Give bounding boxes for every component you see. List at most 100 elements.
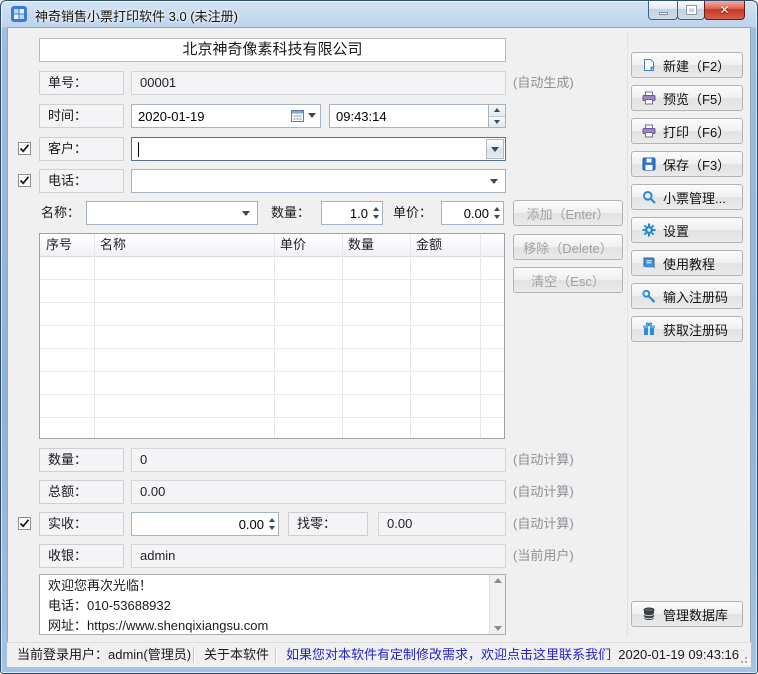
enter-license-button[interactable]: 输入注册码 [631,283,743,309]
paid-label: 实收： [39,512,124,536]
paid-note: (自动计算) [513,512,574,536]
item-name-input[interactable] [87,202,257,224]
cashier-note: (当前用户) [513,544,574,568]
table-column-divider [274,234,275,438]
time-spinner [488,105,505,127]
check-icon [19,518,30,529]
button-label: 保存（F3） [663,155,730,174]
time-spinner-field [329,104,506,128]
customer-input[interactable] [132,138,505,160]
statusbar-divider [193,647,195,663]
receipt-footer-memo[interactable]: 欢迎您再次光临！ 电话：010-53688932 网址：https://www.… [39,574,506,635]
calendar-dropdown-button[interactable] [291,109,316,122]
memo-scrollbar[interactable] [489,575,505,634]
phone-checkbox[interactable] [18,174,31,187]
table-column-divider [410,234,411,438]
item-qty-label: 数量： [271,201,310,225]
print-button[interactable]: 打印（F6） [631,118,743,144]
spinner-down-icon[interactable] [494,215,500,219]
order-no-note: (自动生成) [513,71,574,95]
chevron-down-icon[interactable] [490,179,498,184]
price-stepper [441,201,504,225]
customer-label: 客户： [39,137,124,161]
new-receipt-button[interactable]: 新建（F2） [631,52,743,78]
button-label: 使用教程 [663,254,715,273]
customer-dropdown-button[interactable] [486,139,504,159]
manage-database-button[interactable]: 管理数据库 [631,601,743,627]
new-document-icon [642,58,656,72]
receipt-manager-button[interactable]: 小票管理... [631,184,743,210]
time-label: 时间： [39,104,124,128]
total-amount-value: 0.00 [131,480,506,504]
quantity-spinner [373,202,379,224]
change-value: 0.00 [378,512,506,536]
cashier-label: 收银： [39,544,124,568]
preview-button[interactable]: 预览（F5） [631,85,743,111]
resize-grip[interactable] [737,653,749,665]
order-no-value: 00001 [131,71,506,95]
key-icon [642,289,656,303]
item-name-combobox [86,201,258,225]
close-button[interactable]: ✕ [704,1,745,20]
chevron-down-icon [491,147,499,152]
paid-checkbox[interactable] [18,517,31,530]
paid-input[interactable] [132,513,278,535]
window-controls: ✕ [649,1,745,20]
column-header-amount: 金额 [410,234,480,257]
phone-input[interactable] [132,170,505,192]
chevron-down-icon[interactable] [242,211,250,216]
quantity-stepper [321,201,383,225]
maximize-icon [687,6,696,14]
table-column-divider [342,234,343,438]
spinner-down-icon[interactable] [269,526,275,530]
book-icon [642,256,656,270]
statusbar-divider [275,647,277,663]
receipt-table-body[interactable] [40,257,504,438]
sidebar-divider [627,33,628,637]
total-qty-note: (自动计算) [513,448,574,472]
total-qty-label: 数量： [39,448,124,472]
settings-button[interactable]: 设置 [631,217,743,243]
button-label: 管理数据库 [663,605,728,624]
spinner-up-button[interactable] [489,105,505,117]
spinner-up-icon[interactable] [269,518,275,522]
clear-items-button[interactable]: 清空（Esc） [513,267,623,293]
scroll-up-icon[interactable] [494,578,502,583]
get-license-button[interactable]: 获取注册码 [631,316,743,342]
item-price-label: 单价： [393,201,432,225]
save-icon [642,157,656,171]
print-preview-icon [642,91,656,105]
date-picker [131,104,321,128]
scroll-down-icon[interactable] [494,626,502,631]
memo-line: 电话：010-53688932 [40,595,505,615]
button-label: 获取注册码 [663,320,728,339]
search-icon [642,190,656,204]
minimize-icon [659,12,668,15]
customer-checkbox[interactable] [18,142,31,155]
spinner-up-icon[interactable] [494,207,500,211]
company-name-field[interactable]: 北京神奇像素科技有限公司 [39,38,506,62]
button-label: 预览（F5） [663,89,730,108]
remove-item-button[interactable]: 移除（Delete） [513,234,623,260]
spinner-down-icon[interactable] [373,215,379,219]
about-link[interactable]: 关于本软件 [204,643,269,667]
window-title: 神奇销售小票打印软件 3.0 (未注册) [35,6,238,25]
spinner-up-icon[interactable] [373,207,379,211]
gear-icon [642,223,656,237]
calendar-icon [291,109,304,122]
price-spinner [494,202,500,224]
minimize-button[interactable] [648,1,678,20]
table-column-divider [480,234,481,438]
tutorial-button[interactable]: 使用教程 [631,250,743,276]
maximize-button[interactable] [677,1,705,20]
time-input[interactable] [330,105,505,127]
printer-icon [642,124,656,138]
contact-us-link[interactable]: 如果您对本软件有定制修改需求，欢迎点击这里联系我们 [286,643,611,667]
save-button[interactable]: 保存（F3） [631,151,743,177]
column-header-name: 名称 [94,234,274,257]
spinner-down-button[interactable] [489,117,505,128]
change-label: 找零： [288,512,368,536]
logged-in-user: 当前登录用户：admin(管理员) [17,643,191,667]
add-item-button[interactable]: 添加（Enter） [513,200,623,226]
close-icon: ✕ [719,3,729,17]
